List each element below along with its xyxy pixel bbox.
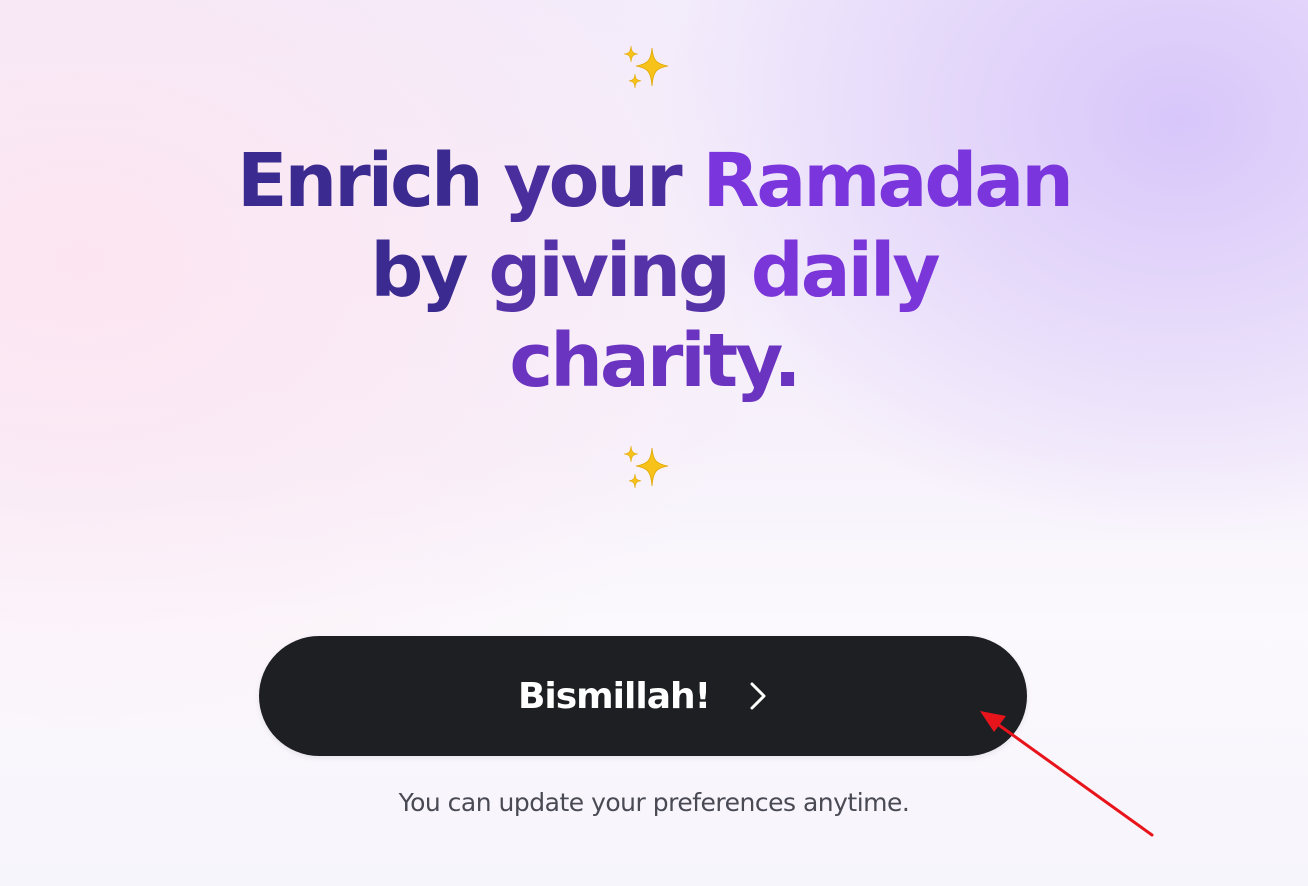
headline-line-1: Enrich your Ramadan [0, 136, 1308, 226]
headline-word: charity. [509, 318, 801, 404]
bismillah-button[interactable]: Bismillah! [259, 636, 1027, 756]
bismillah-button-label: Bismillah! [517, 675, 711, 717]
preferences-note: You can update your preferences anytime. [398, 788, 910, 817]
headline-word: giving [488, 228, 731, 314]
sparkles-icon-bottom [0, 444, 1308, 494]
page-headline: Enrich your Ramadan by giving daily char… [0, 136, 1308, 406]
headline-line-2: by giving daily [0, 226, 1308, 316]
sparkles-icon [623, 45, 669, 89]
sparkles-icon-top [0, 44, 1308, 94]
headline-word: your [503, 138, 682, 224]
headline-word: Enrich [237, 138, 484, 224]
chevron-right-icon [748, 681, 768, 711]
headline-line-3: charity. [0, 316, 1308, 406]
headline-word: Ramadan [702, 138, 1074, 224]
headline-word: by [370, 228, 468, 314]
sparkles-icon [623, 445, 669, 489]
headline-word: daily [750, 228, 941, 314]
